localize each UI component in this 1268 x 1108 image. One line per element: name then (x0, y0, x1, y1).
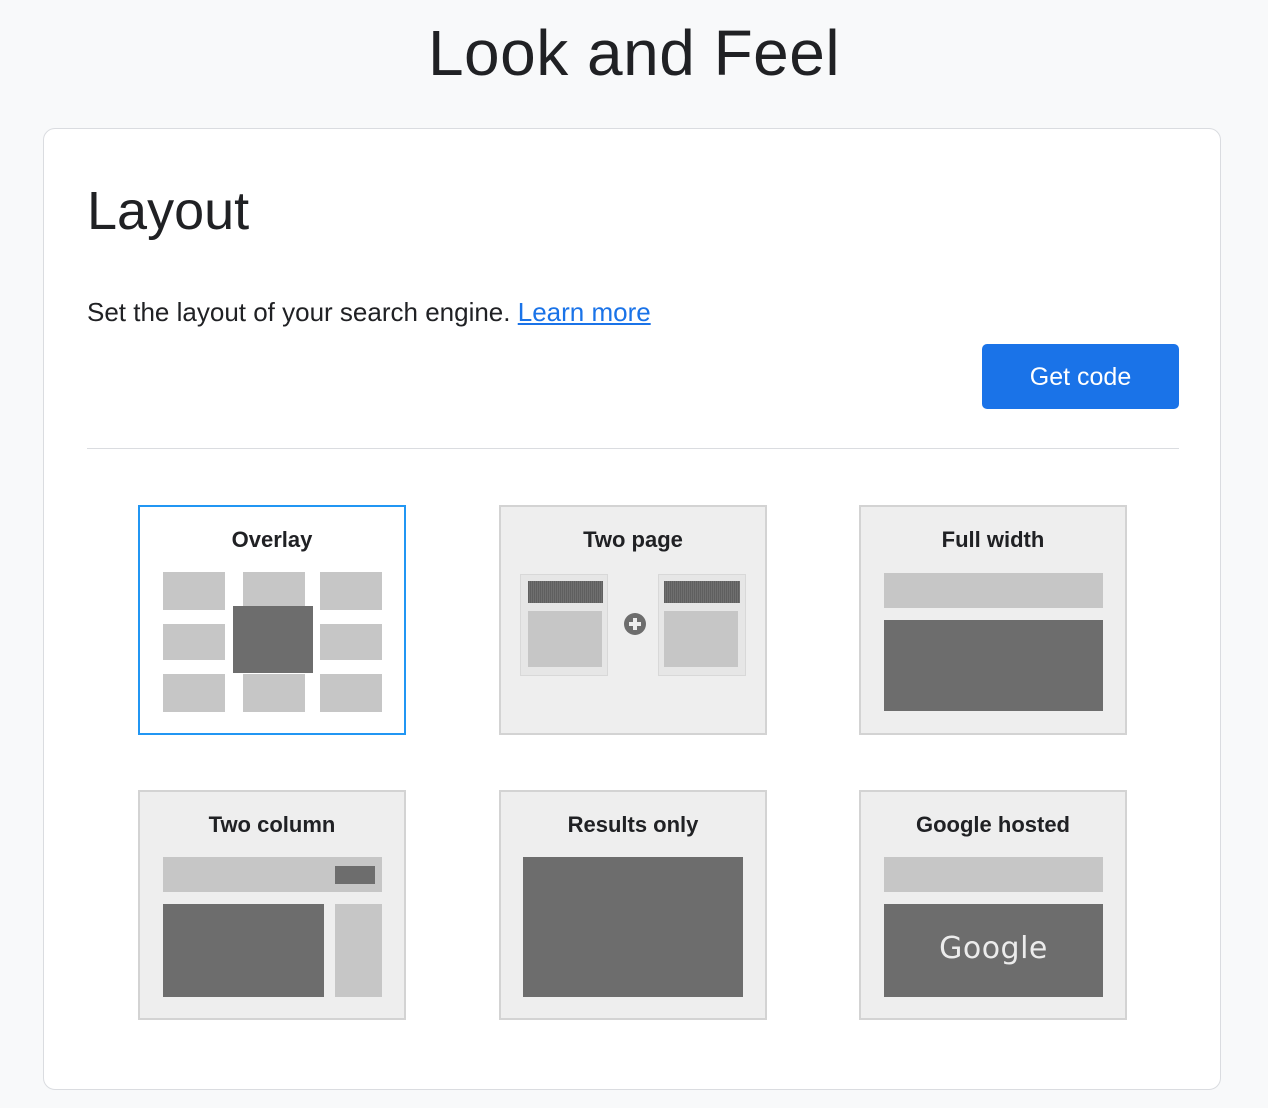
page-thumbnail (520, 574, 608, 676)
thumbnail-block (884, 573, 1103, 608)
layout-option-label: Two page (583, 527, 683, 552)
thumbnail-block (884, 620, 1103, 711)
layout-option-label: Full width (941, 527, 1045, 552)
thumbnail-button (335, 866, 375, 884)
thumbnail-header (528, 581, 603, 603)
thumbnail-block (664, 611, 738, 667)
thumbnail-block (163, 674, 225, 712)
layout-option-label: Two column (208, 812, 336, 837)
page-title: Look and Feel (427, 17, 841, 89)
thumbnail-block (320, 674, 382, 712)
thumbnail-block (163, 904, 324, 997)
layout-option-label: Overlay (231, 527, 313, 552)
overlay-popup (233, 606, 313, 673)
section-title: Layout (87, 181, 250, 241)
layout-card: Layout Set the layout of your search eng… (43, 128, 1221, 1090)
layout-option-results-only[interactable]: Results only (499, 790, 767, 1020)
description-text: Set the layout of your search engine. (87, 297, 511, 327)
layout-option-two-column[interactable]: Two column (138, 790, 406, 1020)
thumbnail-header (664, 581, 740, 603)
thumbnail-block (335, 904, 382, 997)
get-code-button[interactable]: Get code (982, 344, 1179, 409)
layout-option-label: Results only (567, 812, 699, 837)
layout-option-google-hosted[interactable]: Google hosted Google (859, 790, 1127, 1020)
thumbnail-block (528, 611, 602, 667)
learn-more-link[interactable]: Learn more (518, 297, 651, 327)
layout-option-overlay[interactable]: Overlay (138, 505, 406, 735)
thumbnail-block (163, 624, 225, 660)
google-logo: Google (939, 931, 1048, 966)
thumbnail-block (320, 624, 382, 660)
layout-option-full-width[interactable]: Full width (859, 505, 1127, 735)
page-thumbnail (658, 574, 746, 676)
thumbnail-block (243, 572, 305, 610)
layout-option-two-page[interactable]: Two page (499, 505, 767, 735)
thumbnail-block (523, 857, 743, 997)
thumbnail-block (163, 572, 225, 610)
layout-option-label: Google hosted (916, 812, 1070, 837)
thumbnail-block: Google (884, 904, 1103, 997)
divider (87, 448, 1179, 449)
thumbnail-block (243, 674, 305, 712)
plus-icon (624, 613, 646, 635)
thumbnail-block (884, 857, 1103, 892)
layout-description: Set the layout of your search engine. Le… (87, 295, 651, 329)
thumbnail-block (320, 572, 382, 610)
